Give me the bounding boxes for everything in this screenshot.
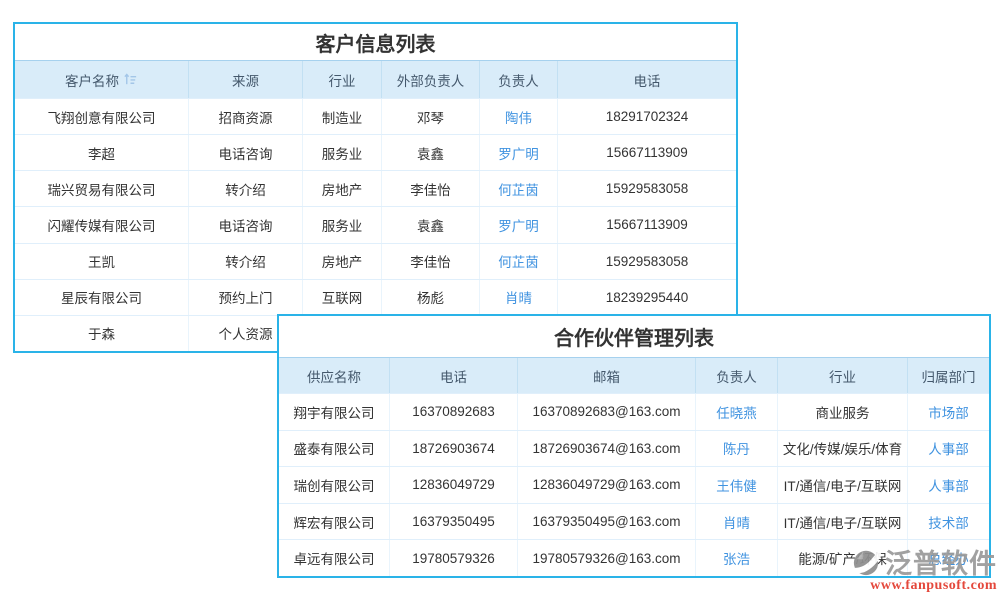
owner-link[interactable]: 任晓燕 [696,394,778,430]
email-cell: 16379350495@163.com [518,503,696,540]
email-cell: 12836049729@163.com [518,467,696,503]
owner-link[interactable]: 何芷茵 [480,243,558,279]
customer-table-title: 客户信息列表 [315,33,436,56]
fanpu-watermark: 泛普软件 www.fanpusoft.com [850,542,997,594]
table-row: 瑞兴贸易有限公司 转介绍 房地产 李佳怡 何芷茵 15929583058 [15,170,736,207]
source-cell: 电话咨询 [189,207,303,243]
department-link[interactable]: 市场部 [908,394,989,430]
phone-cell: 15667113909 [606,217,688,233]
industry-cell: 服务业 [303,135,382,171]
supplier-name-cell: 瑞创有限公司 [279,467,390,503]
industry-cell: 房地产 [303,243,382,279]
partner-management-table: 合作伙伴管理列表 供应名称 电话 邮箱 负责人 行业 归属部门 翔宇有限公司 1… [277,314,991,578]
column-header-supplier-name: 供应名称 [279,358,390,393]
industry-cell: IT/通信/电子/互联网 [778,467,908,503]
source-cell: 电话咨询 [189,135,303,171]
external-owner-cell: 杨彪 [382,279,480,315]
phone-cell: 12836049729 [390,467,518,503]
supplier-name-cell: 卓远有限公司 [279,540,390,576]
supplier-name-cell: 翔宇有限公司 [279,394,390,430]
external-owner-cell: 袁鑫 [382,135,480,171]
source-cell: 转介绍 [189,171,303,207]
industry-cell: 房地产 [303,171,382,207]
table-row: 翔宇有限公司 16370892683 16370892683@163.com 任… [279,393,989,430]
owner-link[interactable]: 陶伟 [480,99,558,135]
owner-link[interactable]: 罗广明 [480,135,558,171]
column-header-label: 客户名称 [65,73,119,89]
column-header-industry: 行业 [303,61,382,98]
supplier-name-cell: 盛泰有限公司 [279,430,390,467]
email-cell: 19780579326@163.com [518,540,696,576]
external-owner-cell: 邓琴 [382,99,480,135]
industry-cell: IT/通信/电子/互联网 [778,503,908,540]
department-link[interactable]: 人事部 [908,431,989,467]
industry-cell: 商业服务 [778,394,908,430]
column-header-external-owner: 外部负责人 [382,61,480,98]
industry-cell: 互联网 [303,279,382,315]
table-row: 星辰有限公司 预约上门 互联网 杨彪 肖晴 18239295440 [15,278,736,315]
column-header-industry: 行业 [778,358,908,393]
partner-table-title: 合作伙伴管理列表 [554,328,714,350]
watermark-url-text: www.fanpusoft.com [870,578,997,593]
source-cell: 预约上门 [189,279,303,315]
source-cell: 招商资源 [189,99,303,135]
column-header-email: 邮箱 [518,358,696,393]
industry-cell: 服务业 [303,207,382,243]
supplier-name-cell: 辉宏有限公司 [279,503,390,540]
phone-cell: 16379350495 [390,503,518,540]
owner-link[interactable]: 陈丹 [696,430,778,467]
customer-name-cell: 飞翔创意有限公司 [15,99,189,135]
owner-link[interactable]: 何芷茵 [480,171,558,207]
watermark-brand-text: 泛普软件 [885,549,997,579]
column-header-source: 来源 [189,61,303,98]
table-row: 飞翔创意有限公司 招商资源 制造业 邓琴 陶伟 18291702324 [15,98,736,135]
table-row: 瑞创有限公司 12836049729 12836049729@163.com 王… [279,466,989,503]
customer-name-cell: 瑞兴贸易有限公司 [15,171,189,207]
fanpu-logo-icon [850,547,882,576]
table-row: 辉宏有限公司 16379350495 16379350495@163.com 肖… [279,502,989,540]
phone-cell: 15929583058 [605,253,689,269]
customer-info-table: 客户信息列表 客户名称 来源 行业 外部负责人 负责人 电话 飞翔创意有限公司 … [13,22,738,353]
phone-cell: 16370892683 [390,394,518,430]
column-header-phone: 电话 [390,358,518,393]
column-header-phone: 电话 [633,73,661,89]
owner-link[interactable]: 罗广明 [480,207,558,243]
partner-table-header: 供应名称 电话 邮箱 负责人 行业 归属部门 [279,357,989,393]
external-owner-cell: 李佳怡 [382,171,480,207]
phone-cell: 18726903674 [390,430,518,467]
phone-cell: 18291702324 [605,109,689,125]
phone-cell: 19780579326 [390,540,518,576]
owner-link[interactable]: 张浩 [696,540,778,576]
source-cell: 转介绍 [189,243,303,279]
external-owner-cell: 李佳怡 [382,243,480,279]
owner-link[interactable]: 王伟健 [696,467,778,503]
table-row: 李超 电话咨询 服务业 袁鑫 罗广明 15667113909 [15,134,736,171]
department-link[interactable]: 人事部 [908,467,989,503]
column-header-customer-name[interactable]: 客户名称 [15,61,189,98]
customer-table-header: 客户名称 来源 行业 外部负责人 负责人 电话 [15,60,736,98]
customer-name-cell: 闪耀传媒有限公司 [15,207,189,243]
table-row: 王凯 转介绍 房地产 李佳怡 何芷茵 15929583058 [15,242,736,279]
email-cell: 16370892683@163.com [518,394,696,430]
customer-name-cell: 王凯 [15,243,189,279]
column-header-department: 归属部门 [921,369,976,385]
department-link[interactable]: 技术部 [908,504,989,540]
email-cell: 18726903674@163.com [518,430,696,467]
sort-ascending-icon[interactable] [123,72,138,87]
owner-link[interactable]: 肖晴 [480,279,558,315]
column-header-owner: 负责人 [480,61,558,98]
table-row: 闪耀传媒有限公司 电话咨询 服务业 袁鑫 罗广明 15667113909 [15,206,736,243]
external-owner-cell: 袁鑫 [382,207,480,243]
customer-name-cell: 李超 [15,135,189,171]
phone-cell: 15929583058 [605,181,689,197]
column-header-owner: 负责人 [696,358,778,393]
industry-cell: 文化/传媒/娱乐/体育 [778,430,908,467]
industry-cell: 制造业 [303,99,382,135]
customer-name-cell: 星辰有限公司 [15,279,189,315]
phone-cell: 15667113909 [606,145,688,161]
phone-cell: 18239295440 [605,289,689,305]
customer-name-cell: 于森 [15,315,189,351]
table-row: 盛泰有限公司 18726903674 18726903674@163.com 陈… [279,429,989,467]
owner-link[interactable]: 肖晴 [696,503,778,540]
